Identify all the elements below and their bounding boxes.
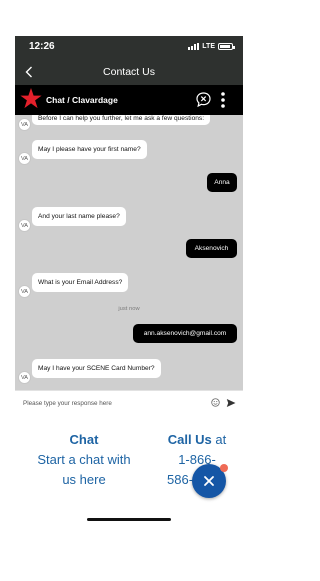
call-heading-suffix: at	[215, 432, 227, 447]
page-title: Contact Us	[103, 66, 155, 78]
signal-icon	[188, 43, 200, 50]
phone-screen: 12:26 LTE Contact Us Chat / Clavardage V…	[15, 36, 243, 526]
agent-message: May I have your SCENE Card Number?	[32, 359, 161, 378]
user-message: ann.aksenovich@gmail.com	[133, 324, 237, 343]
chat-option[interactable]: Chat Start a chat with us here	[25, 430, 143, 490]
agent-avatar: VA	[18, 118, 31, 131]
agent-avatar: VA	[18, 371, 31, 384]
chat-description-line: Start a chat with	[37, 452, 131, 467]
chat-heading: Chat	[69, 432, 99, 447]
end-chat-icon	[196, 92, 211, 108]
more-options-icon[interactable]	[219, 90, 227, 110]
network-type: LTE	[202, 43, 215, 50]
home-indicator	[87, 518, 171, 521]
agent-avatar: VA	[18, 219, 31, 232]
phone-number-line: 1-866-	[178, 452, 216, 467]
status-bar: 12:26 LTE	[15, 36, 243, 60]
agent-avatar: VA	[18, 152, 31, 165]
status-indicators: LTE	[188, 43, 235, 50]
agent-message: May I please have your first name?	[32, 140, 147, 159]
nav-bar: Contact Us	[15, 60, 243, 85]
chat-description-line: us here	[62, 472, 106, 487]
notification-badge	[220, 464, 228, 472]
close-icon	[204, 476, 214, 486]
agent-message: What is your Email Address?	[32, 273, 129, 292]
message-input[interactable]	[23, 397, 203, 409]
emoji-icon[interactable]	[211, 398, 220, 407]
message-list[interactable]: VA Before I can help you further, let me…	[15, 115, 243, 390]
status-time: 12:26	[29, 41, 55, 52]
agent-message: And your last name please?	[32, 207, 126, 226]
message-timestamp: just now	[118, 306, 140, 312]
message-composer	[15, 390, 243, 414]
battery-icon	[218, 43, 235, 50]
send-icon[interactable]	[226, 398, 236, 408]
chat-header: Chat / Clavardage	[15, 85, 243, 115]
end-chat-button[interactable]	[195, 91, 212, 108]
agent-message: Before I can help you further, let me as…	[32, 115, 211, 125]
user-message: Anna	[207, 173, 237, 192]
call-heading: Call Us	[167, 432, 212, 447]
user-message: Aksenovich	[186, 239, 237, 258]
star-logo-icon	[20, 88, 42, 109]
chat-title: Chat / Clavardage	[46, 95, 118, 105]
agent-avatar: VA	[18, 285, 31, 298]
